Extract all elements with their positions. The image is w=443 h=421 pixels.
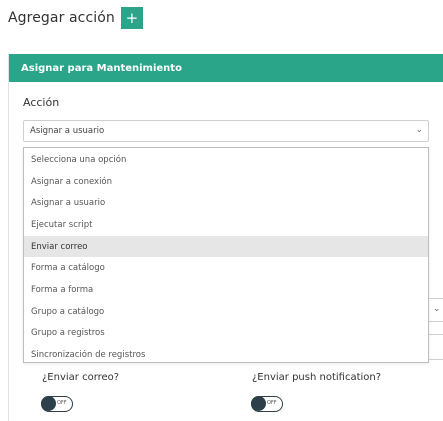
obscured-input-edge[interactable]: [429, 334, 443, 360]
page-header: Agregar acción +: [8, 6, 143, 30]
chevron-down-icon: ⌄: [415, 125, 423, 135]
obscured-select-edge[interactable]: ⌄: [429, 298, 443, 322]
toggle-knob: [251, 396, 266, 411]
dropdown-option[interactable]: Selecciona una opción: [24, 149, 428, 171]
panel-title: Asignar para Mantenimiento: [21, 62, 182, 74]
dropdown-option[interactable]: Sincronización de registros: [24, 344, 428, 366]
dropdown-option[interactable]: Forma a forma: [24, 279, 428, 301]
dropdown-option[interactable]: Asignar a usuario: [24, 192, 428, 214]
dropdown-option[interactable]: Asignar a conexión: [24, 171, 428, 193]
action-dropdown-list: Selecciona una opción Asignar a conexión…: [23, 147, 429, 363]
toggle-knob: [41, 396, 56, 411]
action-select-value: Asignar a usuario: [30, 126, 105, 136]
action-field-label: Acción: [23, 96, 60, 109]
send-push-toggle[interactable]: OFF: [251, 396, 283, 412]
dropdown-option[interactable]: Ejecutar script: [24, 214, 428, 236]
action-panel: Asignar para Mantenimiento Acción Asigna…: [8, 54, 443, 421]
add-action-button[interactable]: +: [120, 7, 143, 29]
dropdown-option[interactable]: Grupo a catálogo: [24, 301, 428, 323]
toggle-state: OFF: [267, 400, 277, 406]
send-email-toggle[interactable]: OFF: [41, 396, 73, 412]
panel-header: Asignar para Mantenimiento: [9, 54, 443, 82]
action-select[interactable]: Asignar a usuario ⌄: [23, 120, 429, 142]
dropdown-option[interactable]: Forma a catálogo: [24, 257, 428, 279]
toggle-state: OFF: [57, 400, 67, 406]
send-push-label: ¿Enviar push notification?: [252, 372, 382, 383]
page-title: Agregar acción: [8, 10, 115, 26]
send-email-label: ¿Enviar correo?: [42, 372, 120, 383]
dropdown-option-highlighted[interactable]: Enviar correo: [24, 235, 428, 258]
dropdown-option[interactable]: Grupo a registros: [24, 323, 428, 345]
chevron-down-icon: ⌄: [433, 304, 441, 314]
